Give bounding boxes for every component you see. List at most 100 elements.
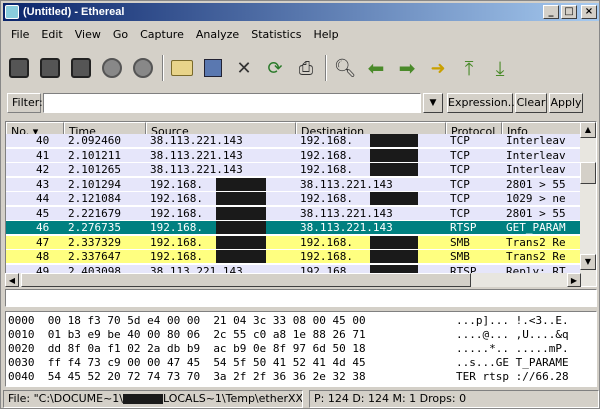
packet-row[interactable]: 45 2.221679 192.168. 38.113.221.143 TCP 2801 … [6,206,582,220]
filter-bar: Filter: ▼ Expression... Clear Apply [5,91,597,115]
packet-row[interactable]: 46 2.276735 192.168. 38.113.221.143 RTSP GET_… [6,221,582,234]
scroll-down-button[interactable]: ▼ [580,254,596,270]
redacted-block [216,192,266,205]
save-button[interactable] [199,54,227,82]
scroll-left-button[interactable]: ◀ [5,273,19,287]
menu-view[interactable]: View [69,27,107,45]
go-to-packet-button[interactable]: ➜ [424,54,452,82]
restart-capture-button[interactable] [129,54,157,82]
scroll-thumb[interactable] [580,162,596,184]
cell-no: 45 [36,206,50,220]
menu-edit[interactable]: Edit [35,27,68,45]
hex-row[interactable]: 0010 01 b3 e9 be 40 00 80 06 2c 55 c0 a8… [8,328,366,341]
cell-proto: TCP [450,163,470,176]
hex-row[interactable]: 0040 54 45 52 20 72 74 73 70 3a 2f 2f 36… [8,370,366,383]
redacted-block [370,192,418,205]
packet-row[interactable]: 43 2.101294 192.168. 38.113.221.143 TCP 2801 … [6,177,582,191]
menu-statistics[interactable]: Statistics [245,27,307,45]
cell-info: 2801 > 55 [506,206,566,220]
close-button[interactable]: × [581,5,597,19]
capture-options-button[interactable] [36,54,64,82]
status-file: File: "C:\DOCUME~1\ LOCALS~1\Temp\etherXX… [3,390,303,408]
cell-time: 2.121084 [68,192,121,205]
scroll-up-button[interactable]: ▲ [580,122,596,138]
menu-help[interactable]: Help [308,27,345,45]
menu-go[interactable]: Go [107,27,134,45]
packet-row[interactable]: 47 2.337329 192.168. 192.168. SMB Trans2 Re [6,235,582,249]
clear-button[interactable]: Clear [515,93,547,113]
cell-info: Interleav [506,134,566,147]
hex-ascii: ..s...GE T_PARAME [456,356,569,369]
go-forward-button[interactable]: ➡︎ [393,54,421,82]
menu-capture[interactable]: Capture [134,27,190,45]
hex-bytes: ff f4 73 c9 00 00 47 45 54 5f 50 41 52 4… [47,356,366,369]
stop-capture-button[interactable] [98,54,126,82]
packet-row[interactable]: 48 2.337647 192.168. 192.168. SMB Trans2 Re [6,250,582,263]
go-last-button[interactable]: ⤓ [486,54,514,82]
status-file-path: File: "C:\DOCUME~1\ [8,392,123,405]
hex-row[interactable]: 0000 00 18 f3 70 5d e4 00 00 21 04 3c 33… [8,314,366,327]
packet-row[interactable]: 42 2.101265 38.113.221.143 192.168. TCP Inter… [6,163,582,176]
hex-offset: 0010 [8,328,35,341]
redacted-block [370,235,418,249]
scroll-thumb[interactable] [21,273,471,287]
capture-options-icon [40,58,60,78]
filter-dropdown-button[interactable]: ▼ [423,93,443,113]
status-counts: P: 124 D: 124 M: 1 Drops: 0 [309,390,599,408]
find-packet-button[interactable]: 🔍︎ [331,54,359,82]
title-bar[interactable]: (Untitled) - Ethereal _ □ × [3,3,599,21]
status-file-path-tail: LOCALS~1\Temp\etherXXXX... [162,392,303,405]
stop-capture-icon [102,58,122,78]
go-back-button[interactable]: ⬅︎ [362,54,390,82]
packet-row[interactable]: 41 2.101211 38.113.221.143 192.168. TCP Inter… [6,148,582,162]
apply-button[interactable]: Apply [549,93,583,113]
interfaces-button[interactable] [5,54,33,82]
reload-button[interactable]: ⟳ [261,54,289,82]
hex-bytes: dd 8f 0a f1 02 2a db b9 ac b9 0e 8f 97 6… [47,342,366,355]
packet-list-horizontal-scrollbar[interactable]: ◀ ▶ [5,273,581,287]
open-button[interactable] [168,54,196,82]
packet-details-pane[interactable] [5,289,597,307]
cell-no: 43 [36,177,50,191]
go-first-button[interactable]: ⤒ [455,54,483,82]
cell-no: 40 [36,134,50,147]
cell-no: 47 [36,235,50,249]
print-button[interactable]: ⎙ [292,54,320,82]
start-capture-button[interactable] [67,54,95,82]
cell-no: 44 [36,192,50,205]
menu-file[interactable]: File [5,27,35,45]
menu-bar: File Edit View Go Capture Analyze Statis… [5,27,345,45]
cell-proto: TCP [450,177,470,191]
cell-time: 2.101211 [68,148,121,162]
redacted-block [370,163,418,176]
packet-bytes-pane[interactable]: 0000 00 18 f3 70 5d e4 00 00 21 04 3c 33… [5,311,597,387]
filter-input[interactable] [43,93,421,113]
packet-list-vertical-scrollbar[interactable]: ▲ ▼ [580,122,596,286]
cell-proto: RTSP [450,221,477,234]
redacted-block [216,221,266,234]
packet-row[interactable]: 40 2.092460 38.113.221.143 192.168. TCP Inter… [6,134,582,147]
filter-label-button[interactable]: Filter: [7,93,43,113]
expression-button[interactable]: Expression... [447,93,518,113]
restart-capture-icon [133,58,153,78]
close-file-button[interactable]: ✕ [230,54,258,82]
hex-row[interactable]: 0030 ff f4 73 c9 00 00 47 45 54 5f 50 41… [8,356,366,369]
maximize-button[interactable]: □ [561,5,577,19]
hex-row[interactable]: 0020 dd 8f 0a f1 02 2a db b9 ac b9 0e 8f… [8,342,366,355]
packet-row[interactable]: 44 2.121084 192.168. 192.168. TCP 1029 > ne [6,192,582,205]
menu-analyze[interactable]: Analyze [190,27,245,45]
scroll-right-button[interactable]: ▶ [567,273,581,287]
redacted-block [370,134,418,147]
start-capture-icon [71,58,91,78]
hex-ascii: ...p]... !.<3..E. [456,314,569,327]
interface-list-icon [9,58,29,78]
cell-proto: TCP [450,148,470,162]
cell-info: Interleav [506,163,566,176]
packet-list[interactable]: No. ▾ Time Source Destination Protocol I… [5,121,597,287]
cell-proto: SMB [450,235,470,249]
minimize-button[interactable]: _ [543,5,559,19]
cell-time: 2.092460 [68,134,121,147]
redacted-block [370,148,418,162]
cell-time: 2.101265 [68,163,121,176]
hex-offset: 0020 [8,342,35,355]
